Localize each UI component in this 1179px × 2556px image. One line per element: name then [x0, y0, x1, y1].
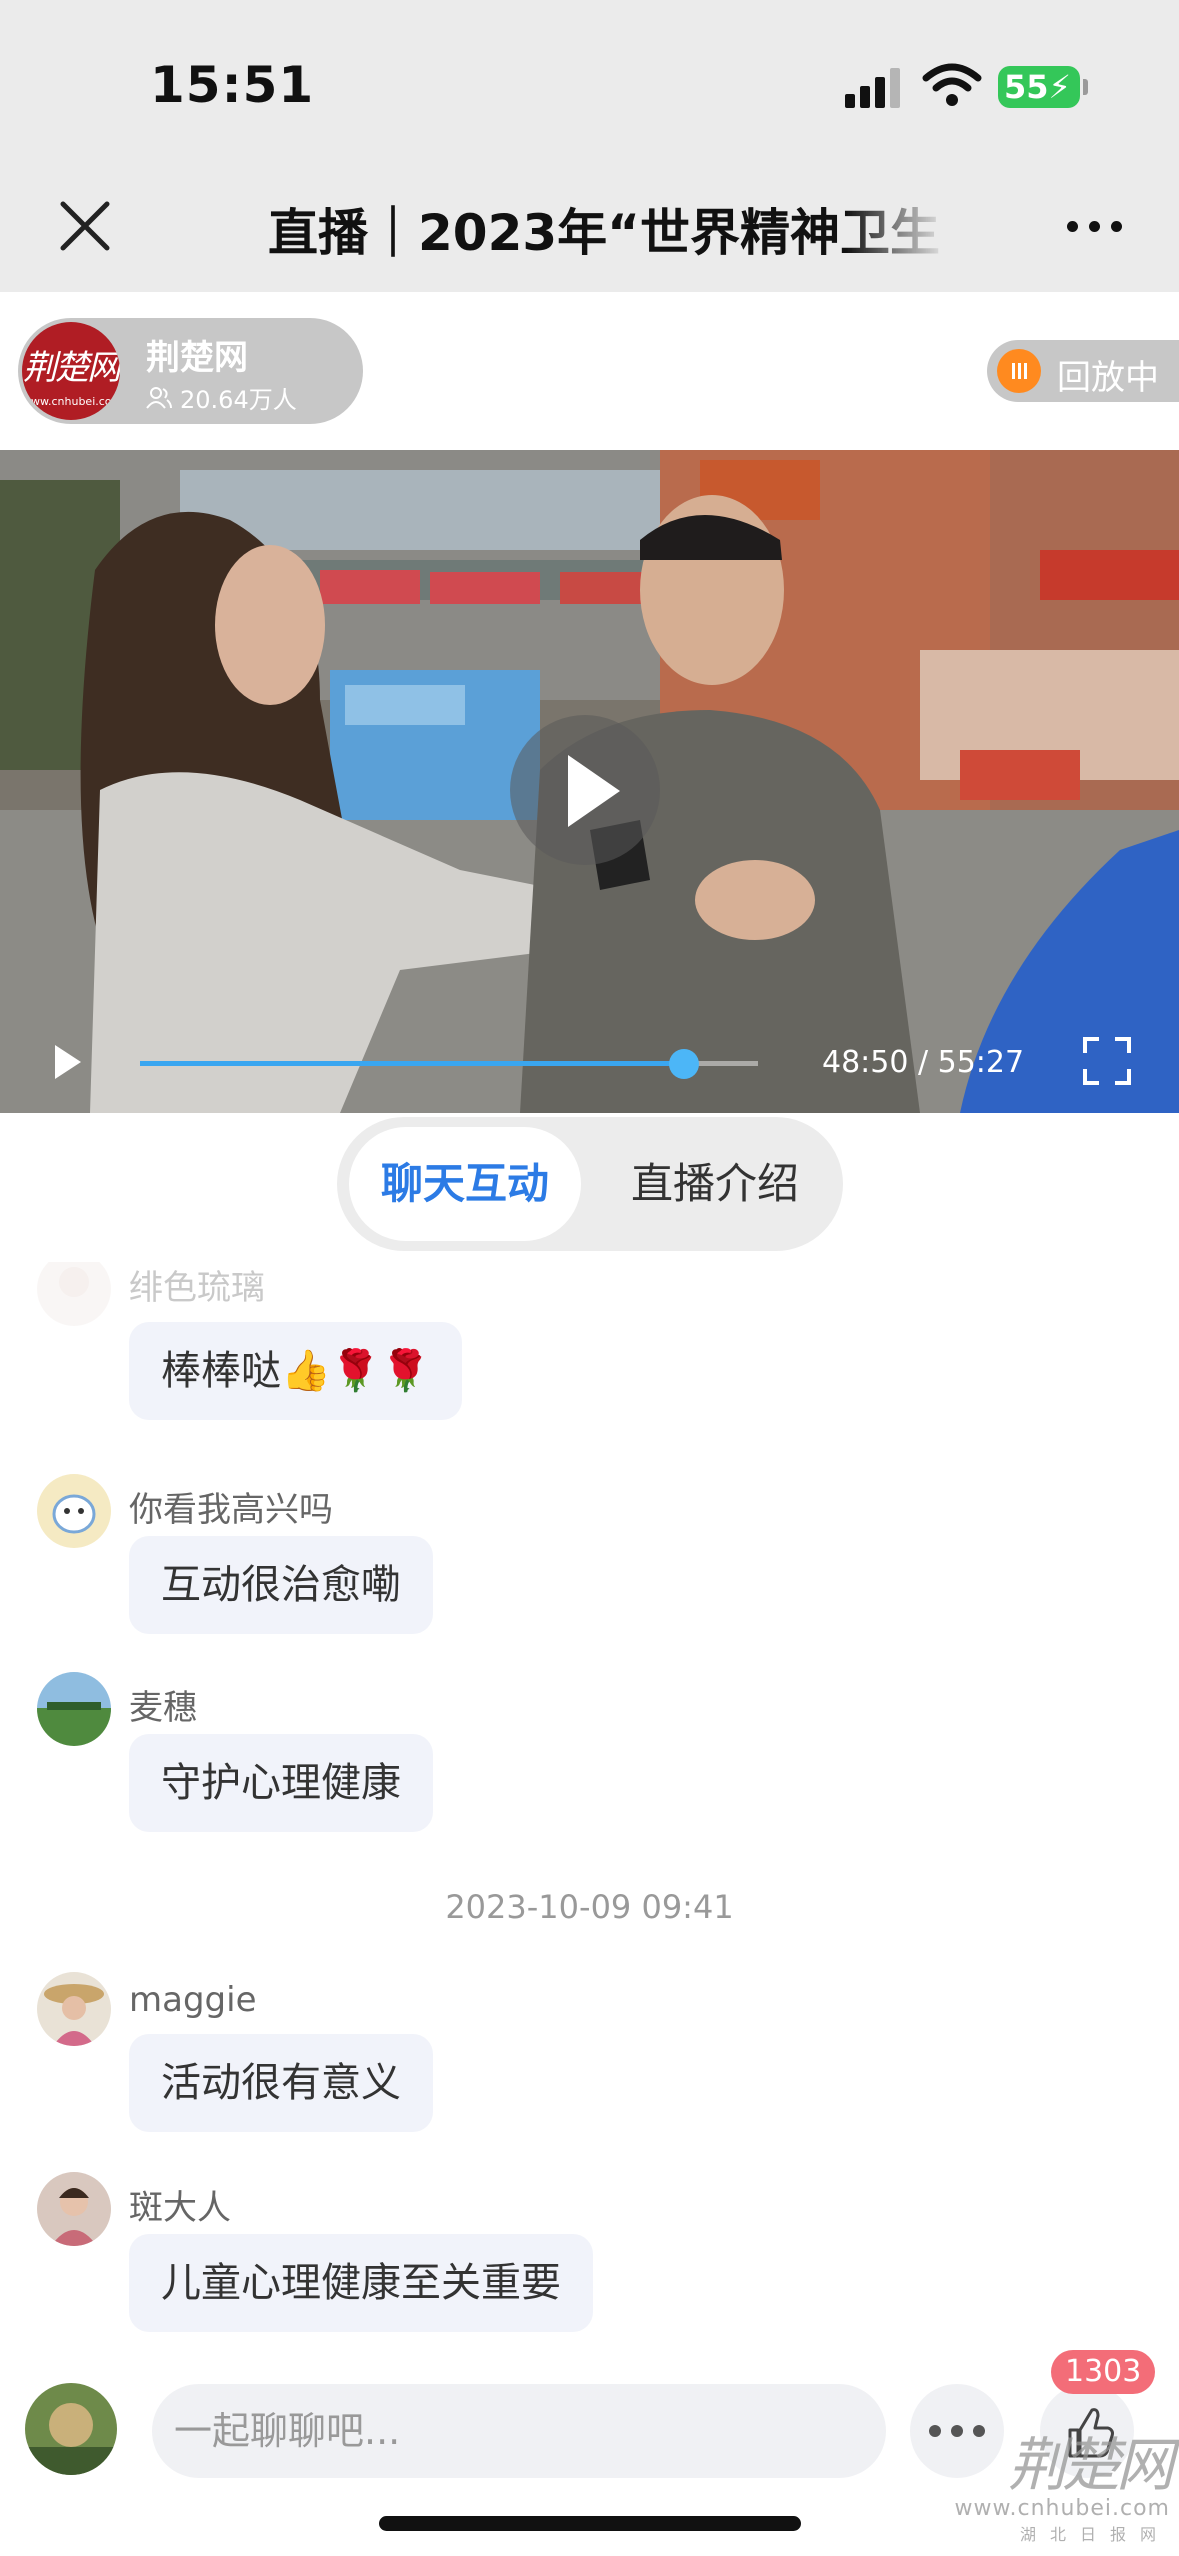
tab-chat[interactable]: 聊天互动 [349, 1127, 581, 1241]
channel-card[interactable]: 荆楚网 www.cnhubei.com 荆楚网 20.64万人 [18, 318, 363, 424]
message-bubble: 儿童心理健康至关重要 [129, 2234, 593, 2332]
chat-list[interactable]: 绯色琉璃 棒棒哒👍🌹🌹 你看我高兴吗 互动很治愈嘞 麦穗 守护心理健康 magg… [0, 1262, 1179, 2362]
people-icon [146, 386, 172, 409]
my-avatar[interactable] [25, 2383, 117, 2475]
channel-logo: 荆楚网 www.cnhubei.com [22, 322, 120, 420]
progress-fill [140, 1061, 685, 1066]
replay-icon [997, 349, 1041, 393]
video-progress-bar[interactable] [140, 1049, 758, 1079]
tab-intro[interactable]: 直播介绍 [599, 1127, 831, 1241]
message-bubble: 互动很治愈嘞 [129, 1536, 433, 1634]
like-count-badge: 1303 [1051, 2350, 1156, 2394]
page-title: 直播｜2023年“世界精神卫生日” [268, 204, 948, 262]
message-username: 斑大人 [129, 2188, 231, 2228]
wifi-icon [922, 63, 982, 106]
replay-label: 回放中 [1057, 358, 1159, 398]
channel-name: 荆楚网 [146, 338, 248, 378]
watermark: 荆楚网 www.cnhubei.com 湖北日报网 [940, 2418, 1174, 2545]
chat-timestamp: 2023-10-09 09:41 [445, 1888, 734, 1926]
avatar[interactable] [37, 1474, 111, 1548]
battery-indicator: 55⚡ [998, 66, 1080, 108]
avatar[interactable] [37, 2172, 111, 2246]
message-bubble: 棒棒哒👍🌹🌹 [129, 1322, 463, 1420]
watermark-subtitle: 湖北日报网 [1019, 2525, 1170, 2544]
message-username: 你看我高兴吗 [129, 1490, 333, 1530]
watermark-logo: 荆楚网 [1007, 2431, 1174, 2499]
play-icon[interactable] [55, 1045, 81, 1079]
viewer-count: 20.64万人 [146, 380, 297, 415]
chat-input[interactable]: 一起聊聊吧... [152, 2384, 886, 2478]
replay-badge: 回放中 [987, 340, 1179, 402]
playback-time: 48:50 / 55:27 [822, 1045, 1025, 1080]
message-username: maggie [129, 1980, 257, 2020]
message-bubble: 守护心理健康 [129, 1734, 433, 1832]
avatar[interactable] [37, 1672, 111, 1746]
fullscreen-icon[interactable] [1083, 1037, 1131, 1085]
charging-icon: ⚡ [1048, 68, 1071, 106]
tab-bar: 聊天互动 直播介绍 [337, 1117, 843, 1251]
avatar[interactable] [37, 1262, 111, 1326]
watermark-url: www.cnhubei.com [954, 2496, 1170, 2521]
battery-cap [1083, 79, 1088, 95]
more-menu-icon[interactable] [1065, 212, 1125, 240]
video-play-overlay-button[interactable] [510, 715, 660, 865]
viewer-count-text: 20.64万人 [180, 386, 297, 414]
cellular-signal-icon [845, 68, 900, 108]
message-bubble: 活动很有意义 [129, 2034, 433, 2132]
battery-level: 55 [1004, 68, 1049, 106]
message-username: 麦穗 [129, 1688, 197, 1728]
message-username: 绯色琉璃 [129, 1268, 265, 1308]
avatar[interactable] [37, 1972, 111, 2046]
close-icon[interactable] [55, 196, 115, 256]
status-time: 15:51 [150, 56, 315, 114]
home-indicator [379, 2516, 801, 2531]
